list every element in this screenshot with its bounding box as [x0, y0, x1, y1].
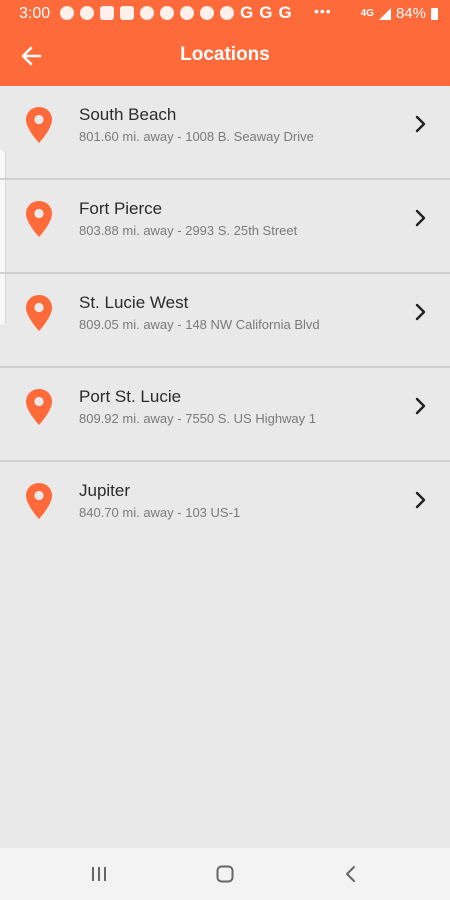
settings-notification-icon [200, 6, 214, 20]
signal-icon [378, 7, 391, 20]
location-pin-icon [26, 201, 52, 237]
status-bar: 3:00 G G G ••• 4G 84% [0, 0, 450, 28]
recent-apps-button[interactable] [88, 864, 110, 884]
location-pin-icon [26, 107, 52, 143]
chevron-right-icon [415, 115, 426, 133]
location-name: St. Lucie West [79, 293, 189, 312]
search-notification-icon [60, 6, 74, 20]
app-notification-icon [100, 6, 114, 20]
location-name: Fort Pierce [79, 199, 163, 218]
location-name: South Beach [79, 105, 177, 124]
status-right: 4G 84% [361, 5, 438, 22]
location-name: Port St. Lucie [79, 387, 182, 406]
home-icon [216, 865, 234, 883]
location-item-st-lucie-west[interactable]: St. Lucie West 809.05 mi. away - 148 NW … [0, 274, 450, 368]
chevron-right-icon [415, 209, 426, 227]
notification-icons: G G G [60, 3, 292, 22]
location-item-jupiter[interactable]: Jupiter 840.70 mi. away - 103 US-1 [0, 462, 450, 554]
gear-notification-icon [180, 6, 194, 20]
chevron-right-icon [415, 397, 426, 415]
chrome2-notification-icon [220, 6, 234, 20]
chevron-right-icon [415, 303, 426, 321]
system-nav-bar [0, 848, 450, 900]
system-back-button[interactable] [344, 864, 358, 884]
location-detail: 801.60 mi. away - 1008 B. Seaway Drive [79, 129, 314, 144]
google-notification-icon: G [259, 3, 273, 22]
chrome-notification-icon [140, 6, 154, 20]
more-notifications-icon: ••• [314, 3, 332, 19]
network-icon: 4G [360, 8, 374, 19]
recent-apps-icon [92, 867, 106, 881]
location-detail: 840.70 mi. away - 103 US-1 [79, 505, 241, 520]
location-detail: 809.92 mi. away - 7550 S. US Highway 1 [79, 411, 317, 426]
call-notification-icon [80, 6, 94, 20]
location-detail: 809.05 mi. away - 148 NW California Blvd [79, 317, 320, 332]
maps-notification-icon [160, 6, 174, 20]
location-item-south-beach[interactable]: South Beach 801.60 mi. away - 1008 B. Se… [0, 86, 450, 180]
location-detail: 803.88 mi. away - 2993 S. 25th Street [79, 223, 298, 238]
location-item-port-st-lucie[interactable]: Port St. Lucie 809.92 mi. away - 7550 S.… [0, 368, 450, 462]
page-title: Locations [180, 44, 270, 65]
battery-percent: 84% [395, 5, 426, 22]
app-header: 3:00 G G G ••• 4G 84% Locations [0, 0, 450, 86]
home-button[interactable] [216, 865, 234, 883]
location-pin-icon [26, 483, 52, 519]
battery-icon [431, 7, 438, 20]
google-notification-icon: G [240, 3, 254, 22]
status-time: 3:00 [19, 5, 51, 22]
locations-list: South Beach 801.60 mi. away - 1008 B. Se… [0, 86, 450, 554]
location-pin-icon [26, 389, 52, 425]
chevron-right-icon [415, 491, 426, 509]
back-icon [346, 866, 355, 882]
location-name: Jupiter [79, 481, 131, 500]
location-item-fort-pierce[interactable]: Fort Pierce 803.88 mi. away - 2993 S. 25… [0, 180, 450, 274]
google-notification-icon: G [278, 3, 292, 22]
mail-notification-icon [120, 6, 134, 20]
location-pin-icon [26, 295, 52, 331]
